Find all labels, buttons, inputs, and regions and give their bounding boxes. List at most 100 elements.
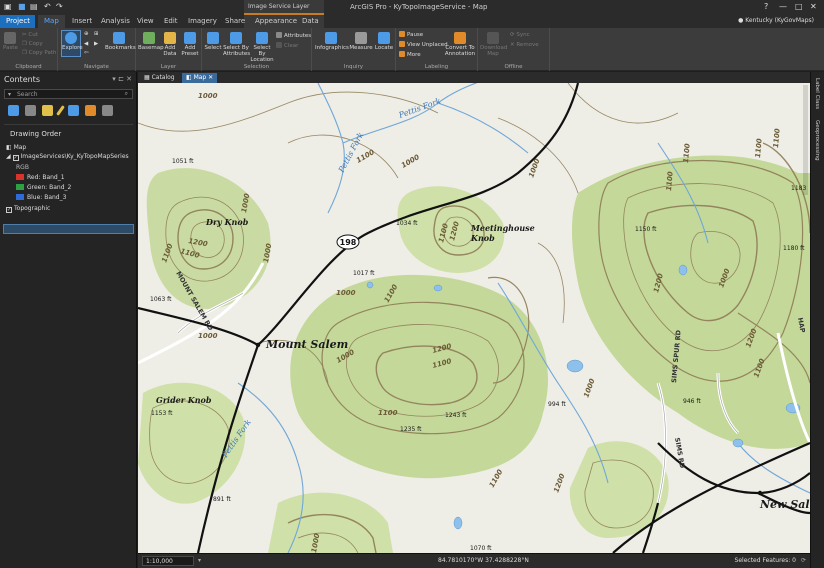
scale-dropdown-icon[interactable]: ▾	[198, 557, 201, 564]
contour-label: 1100	[665, 171, 675, 191]
list-by-selection-icon[interactable]	[42, 105, 53, 116]
tab-edit[interactable]: Edit	[164, 17, 178, 25]
infographics-button[interactable]: Infographics	[315, 32, 349, 51]
tab-analysis[interactable]: Analysis	[101, 17, 130, 25]
select-button[interactable]: Select	[204, 32, 222, 51]
spot-1235: 1235 ft	[400, 426, 422, 433]
pin-icon[interactable]: ▾ ⊏	[112, 75, 126, 83]
user-account[interactable]: ● Kentucky (KyGovMaps)	[738, 17, 814, 24]
tab-insert[interactable]: Insert	[72, 17, 92, 25]
list-by-drawing-order-icon[interactable]	[8, 105, 19, 116]
open-icon[interactable]: ▤	[30, 2, 38, 11]
layer-visibility-checkbox[interactable]: ✓	[12, 155, 19, 161]
tree-map-item[interactable]: ◧ Map	[6, 144, 26, 151]
tree-layer-image-service[interactable]: ◢ ✓ ImageServices\Ky_KyTopoMapSeries	[6, 153, 129, 161]
contour-label: 1100	[772, 128, 782, 148]
basemap-button[interactable]: Basemap	[138, 32, 164, 51]
topographic-map[interactable]: 198 Mount Salem New Salem Dry Knob Meeti…	[138, 83, 810, 553]
ribbon-tabs: Project Map Insert Analysis View Edit Im…	[0, 15, 824, 28]
explore-button[interactable]: Explore	[61, 30, 83, 57]
save-icon[interactable]: ■	[18, 2, 26, 11]
tab-data[interactable]: Data	[302, 17, 319, 25]
contour-label: 1000	[336, 289, 356, 297]
rgb-label: RGB	[16, 164, 29, 171]
sync-label: Sync	[516, 32, 530, 38]
pause-button[interactable]: Pause	[399, 31, 423, 38]
list-by-perspective-icon[interactable]	[102, 105, 113, 116]
scale-selector[interactable]: 1:10,000	[142, 556, 194, 566]
cut-button[interactable]: ✂ Cut	[22, 32, 38, 38]
contents-pane: Contents ▾ ⊏ ✕ Search ▾ ⌕ Drawing Order …	[0, 72, 137, 568]
select-by-attributes-button[interactable]: Select By Attributes	[223, 32, 250, 57]
contents-search-input[interactable]: Search	[4, 89, 133, 99]
map-view[interactable]: 198 Mount Salem New Salem Dry Knob Meeti…	[138, 83, 810, 553]
catalog-icon: ▦	[144, 74, 152, 81]
geoprocessing-tab[interactable]: Geoprocessing	[814, 120, 820, 161]
tree-basemap-topographic[interactable]: ✓ Topographic	[6, 205, 50, 213]
measure-button[interactable]: Measure	[349, 32, 373, 51]
fixed-zoom-in-icon[interactable]: ⊞	[94, 31, 99, 37]
add-data-label: Add Data	[163, 45, 177, 57]
list-by-labeling-icon[interactable]	[85, 105, 96, 116]
view-unplaced-label: View Unplaced	[407, 42, 448, 48]
add-preset-label: Add Preset	[181, 45, 199, 57]
more-button[interactable]: More	[399, 51, 421, 58]
select-by-location-button[interactable]: Select By Location	[250, 32, 274, 63]
list-by-source-icon[interactable]	[25, 105, 36, 116]
explore-icon	[65, 32, 77, 44]
add-preset-button[interactable]: Add Preset	[180, 32, 200, 57]
tab-map-view[interactable]: ◧ Map ✕	[182, 73, 218, 83]
ribbon: Paste ✂ Cut ❐ Copy ❐ Copy Path Clipboard…	[0, 28, 824, 71]
view-unplaced-button[interactable]: View Unplaced	[399, 41, 448, 48]
close-tab-icon[interactable]: ✕	[206, 74, 213, 81]
pane-controls[interactable]: ▾ ⊏ ✕	[112, 75, 132, 83]
sync-button[interactable]: ⟳ Sync	[510, 32, 530, 38]
locate-button[interactable]: Locate	[374, 32, 394, 51]
tab-map[interactable]: Map	[38, 15, 65, 28]
previous-extent-icon[interactable]: ◀	[84, 41, 88, 47]
spot-1017: 1017 ft	[353, 270, 375, 277]
label-class-tab[interactable]: Label Class	[814, 78, 820, 109]
navigate-group-label: Navigate	[84, 64, 109, 70]
zoom-full-icon[interactable]: ⊕	[84, 31, 89, 37]
basemap-visibility-checkbox[interactable]: ✓	[6, 207, 12, 213]
help-icon[interactable]: ?	[764, 2, 768, 11]
bookmarks-button[interactable]: Bookmarks	[105, 32, 136, 51]
list-by-snapping-icon[interactable]	[68, 105, 79, 116]
tab-imagery[interactable]: Imagery	[188, 17, 217, 25]
tab-appearance[interactable]: Appearance	[255, 17, 297, 25]
tab-project[interactable]: Project	[0, 15, 35, 28]
maximize-button[interactable]: □	[795, 2, 803, 11]
redo-icon[interactable]: ↷	[56, 2, 63, 11]
zoom-layer-icon[interactable]: ⇦	[84, 50, 89, 56]
map-item-label: Map	[13, 144, 27, 151]
tab-view[interactable]: View	[137, 17, 154, 25]
remove-button[interactable]: ✕ Remove	[510, 42, 539, 48]
list-by-editing-icon[interactable]	[56, 105, 65, 116]
pane-close-icon[interactable]: ✕	[126, 75, 132, 83]
convert-icon	[454, 32, 466, 44]
copy-button[interactable]: ❐ Copy	[22, 41, 43, 47]
tab-share[interactable]: Share	[225, 17, 245, 25]
next-extent-icon[interactable]: ▶	[94, 41, 98, 47]
route-shield-label: 198	[340, 238, 357, 247]
group-navigate: Explore ⊕ ⊞ ◀ ▶ ⇦ Bookmarks Navigate	[58, 28, 136, 71]
download-map-button[interactable]: Download Map	[480, 32, 507, 57]
app-icon: ▣	[4, 2, 12, 11]
copy-path-button[interactable]: ❐ Copy Path	[22, 50, 56, 56]
paste-button[interactable]: Paste	[3, 32, 18, 51]
contents-title: Contents	[4, 75, 40, 84]
convert-to-annotation-button[interactable]: Convert To Annotation	[444, 32, 476, 57]
copy-icon: ❐	[22, 41, 29, 47]
clear-button[interactable]: Clear	[276, 42, 298, 49]
undo-icon[interactable]: ↶	[44, 2, 51, 11]
band-green: Green: Band_2	[16, 184, 71, 191]
attributes-button[interactable]: Attributes	[276, 32, 311, 39]
tab-catalog[interactable]: ▦ Catalog	[140, 73, 179, 83]
search-icon[interactable]: ⌕	[125, 90, 128, 98]
close-button[interactable]: ✕	[810, 2, 817, 11]
add-data-button[interactable]: Add Data	[161, 32, 179, 57]
minimize-button[interactable]: —	[779, 2, 787, 11]
refresh-icon[interactable]: ⟳	[801, 557, 806, 564]
map-scrollbar[interactable]	[803, 85, 808, 195]
